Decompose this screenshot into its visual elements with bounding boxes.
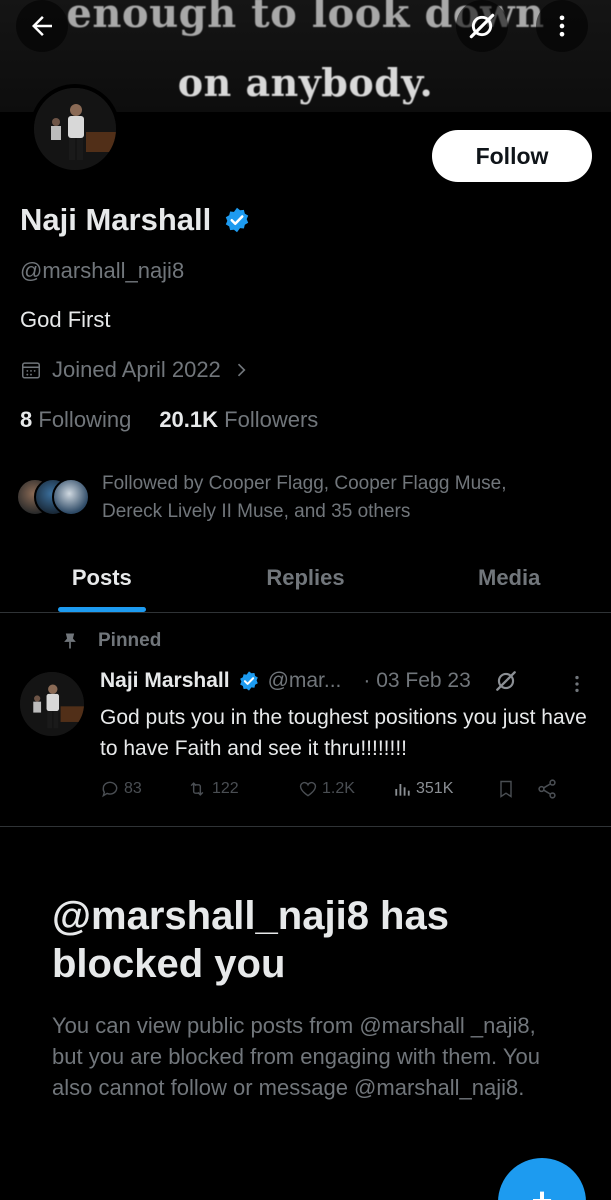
arrow-left-icon [32, 16, 52, 36]
following-link[interactable]: 8 Following [20, 407, 131, 433]
follow-button[interactable]: Follow [432, 130, 592, 182]
profile-bio: God First [20, 307, 111, 332]
avatar-photo [34, 88, 116, 170]
following-label: Following [38, 407, 132, 432]
blocked-title: @marshall_naji8 has blocked you [52, 894, 449, 986]
more-vertical-icon [575, 675, 579, 693]
pin-icon [64, 633, 76, 649]
post-text: God puts you in the toughest positions y… [100, 706, 587, 760]
grok-button[interactable] [456, 0, 508, 52]
repost-icon [190, 782, 204, 796]
compose-post-button[interactable]: + [498, 1158, 586, 1200]
post-avatar[interactable] [20, 672, 84, 736]
followed-by-avatars [16, 478, 90, 518]
post-action-bar: 83 122 1.2K 351K [100, 778, 590, 800]
repost-button[interactable]: 122 [186, 779, 298, 799]
profile-name-row: Naji Marshall [20, 202, 251, 238]
more-vertical-icon [559, 15, 565, 37]
active-tab-indicator [58, 607, 146, 612]
pinned-indicator: Pinned [60, 630, 161, 652]
profile-handle: @marshall_naji8 [20, 258, 185, 283]
tab-replies[interactable]: Replies [204, 555, 408, 612]
like-count: 1.2K [322, 780, 355, 797]
grok-icon [469, 13, 495, 39]
follow-stats: 8 Following 20.1K Followers [20, 407, 318, 433]
profile-tabs: Posts Replies Media [0, 555, 611, 613]
grok-icon[interactable] [493, 668, 519, 694]
profile-avatar[interactable] [30, 84, 120, 174]
heart-icon [299, 781, 317, 797]
followers-label: Followers [224, 407, 319, 432]
post-divider [0, 826, 611, 827]
followers-link[interactable]: 20.1K Followers [159, 407, 318, 433]
reply-button[interactable]: 83 [100, 779, 186, 799]
post-avatar-photo [20, 672, 84, 736]
post-header: Naji Marshall @mar... · 03 Feb 23 [100, 668, 580, 694]
more-options-button[interactable] [536, 0, 588, 52]
reply-icon [102, 781, 118, 798]
back-button[interactable] [16, 0, 68, 52]
verified-badge-icon [239, 671, 258, 691]
views-count: 351K [416, 780, 454, 797]
calendar-icon [22, 362, 40, 379]
joined-date-text: Joined April 2022 [52, 357, 221, 382]
post-author-name[interactable]: Naji Marshall [100, 669, 230, 693]
follower-avatar [52, 478, 90, 516]
tab-media[interactable]: Media [407, 555, 611, 612]
followers-count: 20.1K [159, 407, 219, 432]
like-button[interactable]: 1.2K [298, 779, 392, 799]
verified-badge-icon[interactable] [223, 206, 251, 234]
bookmark-button[interactable] [496, 778, 536, 800]
chevron-right-icon [237, 363, 246, 377]
post-more-button[interactable] [566, 672, 588, 701]
share-icon [538, 779, 556, 799]
pinned-label: Pinned [98, 630, 162, 651]
post-author-handle[interactable]: @mar... [268, 669, 342, 693]
post-date[interactable]: · 03 Feb 23 [363, 669, 470, 693]
followed-by-row[interactable]: Followed by Cooper Flagg, Cooper Flagg M… [16, 470, 542, 526]
repost-count: 122 [212, 780, 239, 797]
views-button[interactable]: 351K [392, 779, 496, 799]
reply-count: 83 [124, 780, 142, 797]
share-button[interactable] [536, 778, 566, 800]
profile-display-name: Naji Marshall [20, 202, 212, 237]
banner-text-line1: enough to look down [66, 0, 545, 37]
followed-by-text: Followed by Cooper Flagg, Cooper Flagg M… [102, 473, 507, 522]
blocked-description: You can view public posts from @marshall… [52, 1013, 540, 1100]
tab-posts[interactable]: Posts [0, 555, 204, 612]
views-bar-chart-icon [395, 784, 410, 796]
plus-icon: + [531, 1180, 552, 1200]
following-count: 8 [20, 407, 33, 432]
bookmark-icon [500, 780, 512, 798]
joined-date-row[interactable]: Joined April 2022 [20, 357, 251, 383]
